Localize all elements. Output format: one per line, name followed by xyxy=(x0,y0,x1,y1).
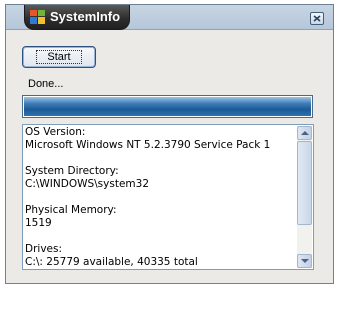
scroll-up-arrow-icon xyxy=(301,131,309,135)
scroll-down-arrow-icon xyxy=(301,259,309,263)
status-text: Done... xyxy=(28,78,64,90)
info-line xyxy=(25,152,299,165)
info-line: Physical Memory: xyxy=(25,204,117,216)
info-line: 1519 xyxy=(25,217,52,229)
info-line xyxy=(25,230,299,243)
close-icon xyxy=(313,15,321,22)
progress-fill xyxy=(24,97,311,116)
start-button[interactable]: Start xyxy=(22,46,96,68)
scroll-down-button[interactable] xyxy=(297,254,312,268)
system-info-textbox[interactable]: OS Version: Microsoft Windows NT 5.2.3790… xyxy=(22,124,314,270)
info-line: System Directory: xyxy=(25,165,119,177)
info-line: C:\: 25779 available, 40335 total xyxy=(25,256,198,268)
progress-bar xyxy=(22,95,313,118)
start-button-label: Start xyxy=(36,50,82,64)
title-tab: SystemInfo xyxy=(24,5,130,30)
vertical-scrollbar[interactable] xyxy=(297,126,312,268)
scroll-thumb[interactable] xyxy=(297,141,312,225)
info-line xyxy=(25,191,299,204)
windows-flag-icon xyxy=(30,10,45,24)
close-button[interactable] xyxy=(310,12,324,25)
window-title: SystemInfo xyxy=(50,9,121,24)
info-line: OS Version: xyxy=(25,126,86,138)
systeminfo-window: SystemInfo Start Done... OS Version: Micr… xyxy=(5,4,334,284)
title-bar[interactable]: SystemInfo xyxy=(6,5,333,30)
info-line: Drives: xyxy=(25,243,63,255)
info-line: Microsoft Windows NT 5.2.3790 Service Pa… xyxy=(25,139,271,151)
scroll-up-button[interactable] xyxy=(297,126,312,140)
system-info-text[interactable]: OS Version: Microsoft Windows NT 5.2.3790… xyxy=(24,126,299,268)
info-line: C:\WINDOWS\system32 xyxy=(25,178,149,190)
